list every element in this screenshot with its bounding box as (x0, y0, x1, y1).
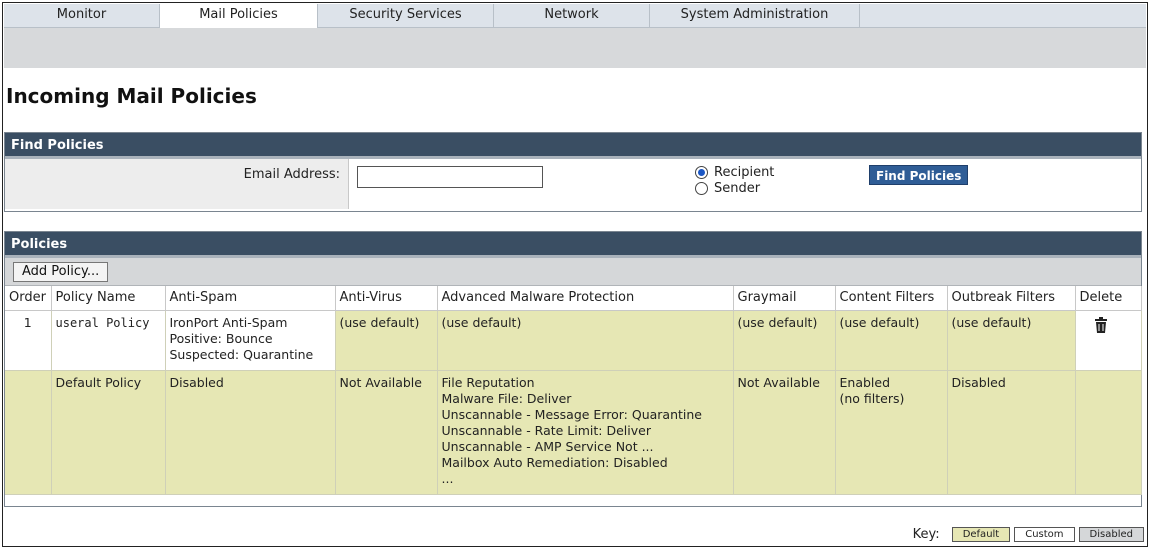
anti-spam-line: Positive: Bounce (169, 330, 273, 346)
graymail-cell[interactable]: Not Available (733, 370, 836, 495)
anti-spam-line: Suspected: Quarantine (169, 346, 314, 362)
delete-cell (1075, 310, 1142, 371)
table-row: Default Policy Disabled Not Available Fi… (5, 370, 1142, 495)
table-row: 1 useral Policy IronPort Anti-Spam Posit… (5, 310, 1142, 371)
top-nav: Monitor Mail Policies Security Services … (4, 4, 1146, 30)
find-policies-header: Find Policies (5, 133, 1141, 159)
col-order: Order (5, 286, 52, 311)
trash-icon[interactable] (1094, 316, 1108, 337)
policy-name-link[interactable]: Default Policy (51, 370, 166, 495)
outbreak-filters-cell[interactable]: Disabled (947, 370, 1076, 495)
key-label: Key: (912, 527, 940, 542)
anti-spam-cell[interactable]: Disabled (165, 370, 336, 495)
anti-spam-line: Disabled (169, 374, 224, 390)
email-address-input[interactable] (357, 166, 543, 188)
nav-filler (860, 4, 1146, 28)
policies-header: Policies (5, 232, 1141, 258)
col-outbreak-filters: Outbreak Filters (947, 286, 1076, 311)
radio-button[interactable] (695, 182, 708, 195)
graymail-cell[interactable]: (use default) (733, 310, 836, 371)
col-anti-spam: Anti-Spam (165, 286, 336, 311)
page-title: Incoming Mail Policies (6, 84, 257, 108)
radio-sender-label: Sender (714, 181, 761, 196)
col-content-filters: Content Filters (835, 286, 948, 311)
col-amp: Advanced Malware Protection (437, 286, 734, 311)
find-policies-button[interactable]: Find Policies (869, 165, 969, 185)
key-disabled-swatch: Disabled (1078, 527, 1144, 542)
delete-cell (1075, 370, 1142, 495)
anti-virus-cell[interactable]: Not Available (335, 370, 438, 495)
radio-recipient[interactable]: Recipient (695, 165, 774, 180)
email-label-cell: Email Address: (5, 159, 349, 209)
policies-toolbar: Add Policy... (5, 258, 1141, 286)
legend-key: Key: Default Custom Disabled (913, 527, 1144, 542)
amp-line: Unscannable - Message Error: Quarantine (441, 406, 703, 422)
amp-cell[interactable]: (use default) (437, 310, 734, 371)
policy-order: 1 (5, 310, 52, 371)
amp-line: Unscannable - AMP Service Not ... (441, 438, 654, 454)
content-filters-cell[interactable]: Enabled (no filters) (835, 370, 948, 495)
anti-spam-line: IronPort Anti-Spam (169, 314, 288, 330)
tab-system-administration[interactable]: System Administration (650, 4, 860, 28)
col-graymail: Graymail (733, 286, 836, 311)
policy-order (5, 370, 52, 495)
col-policy-name: Policy Name (51, 286, 166, 311)
policies-table: Order Policy Name Anti-Spam Anti-Virus A… (5, 286, 1142, 495)
policy-name-link[interactable]: useral Policy (51, 310, 166, 371)
add-policy-button[interactable]: Add Policy... (13, 262, 109, 282)
content-filters-line: Enabled (839, 374, 891, 390)
key-custom-swatch: Custom (1014, 527, 1075, 542)
col-anti-virus: Anti-Virus (335, 286, 438, 311)
amp-line: File Reputation (441, 374, 535, 390)
tab-security-services[interactable]: Security Services (318, 4, 494, 28)
radio-recipient-label: Recipient (714, 165, 775, 180)
outbreak-filters-cell[interactable]: (use default) (947, 310, 1076, 371)
tab-mail-policies[interactable]: Mail Policies (160, 4, 318, 30)
col-delete: Delete (1075, 286, 1142, 311)
amp-line: ... (441, 470, 454, 486)
policies-panel: Policies Add Policy... Order Policy Name… (4, 231, 1142, 507)
find-policies-row: Email Address: Recipient Sender Find Pol… (5, 159, 1141, 209)
content-filters-line: (no filters) (839, 390, 905, 406)
email-address-label: Email Address: (243, 167, 340, 182)
tab-network[interactable]: Network (494, 4, 650, 28)
anti-virus-cell[interactable]: (use default) (335, 310, 438, 371)
amp-line: Unscannable - Rate Limit: Deliver (441, 422, 651, 438)
sub-nav-bar (4, 28, 1146, 68)
radio-button-checked[interactable] (695, 166, 708, 179)
radio-sender[interactable]: Sender (695, 181, 760, 196)
table-header-row: Order Policy Name Anti-Spam Anti-Virus A… (5, 286, 1142, 311)
key-default-swatch: Default (951, 527, 1011, 542)
find-policies-panel: Find Policies Email Address: Recipient S… (4, 132, 1142, 212)
anti-spam-cell[interactable]: IronPort Anti-Spam Positive: Bounce Susp… (165, 310, 336, 371)
amp-line: Malware File: Deliver (441, 390, 572, 406)
content-filters-cell[interactable]: (use default) (835, 310, 948, 371)
amp-line: Mailbox Auto Remediation: Disabled (441, 454, 668, 470)
tab-monitor[interactable]: Monitor (4, 4, 160, 28)
amp-cell[interactable]: File Reputation Malware File: Deliver Un… (437, 370, 734, 495)
